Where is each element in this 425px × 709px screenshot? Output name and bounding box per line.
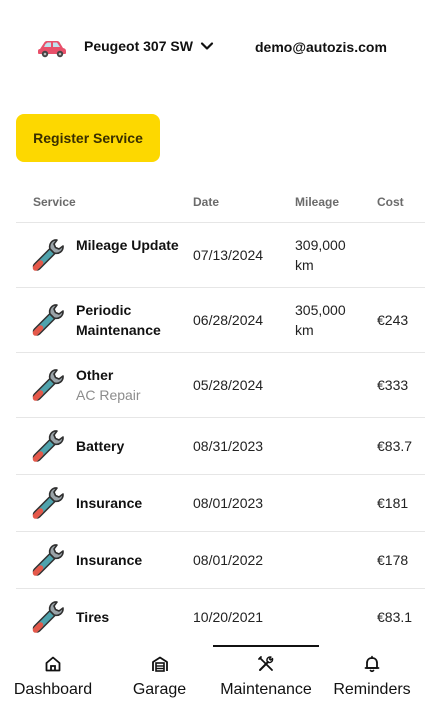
nav-label: Reminders	[333, 681, 411, 698]
nav-label: Garage	[132, 681, 187, 698]
service-name: Battery	[76, 438, 125, 454]
wrench-icon	[30, 599, 66, 635]
column-header-mileage[interactable]: Mileage	[295, 195, 339, 209]
register-service-button[interactable]: Register Service	[16, 114, 160, 162]
table-row[interactable]: Insurance 08/01/2022 €178	[16, 532, 425, 589]
wrench-icon	[30, 485, 66, 521]
service-cell: Mileage Update	[76, 235, 186, 255]
service-table: Service Date Mileage Cost Mileage Update…	[16, 182, 425, 646]
car-icon	[38, 41, 66, 58]
cost-cell: €243	[377, 312, 409, 328]
chevron-down-icon	[200, 42, 214, 50]
service-name: Other	[76, 367, 114, 383]
garage-icon	[151, 656, 168, 672]
cost-cell: €83.1	[377, 609, 413, 625]
service-name: Insurance	[76, 552, 143, 568]
wrench-icon	[30, 367, 66, 403]
nav-garage[interactable]: Garage	[106, 645, 213, 709]
car-selector[interactable]: Peugeot 307 SW	[84, 38, 214, 54]
car-name: Peugeot 307 SW	[84, 38, 193, 54]
date-cell: 08/01/2023	[193, 495, 264, 511]
service-cell: Tires	[76, 607, 186, 627]
bell-icon	[364, 655, 380, 673]
service-subtitle: AC Repair	[76, 387, 141, 403]
service-cell: Insurance	[76, 550, 186, 570]
column-header-date[interactable]: Date	[193, 195, 219, 209]
service-name: Insurance	[76, 495, 143, 511]
table-row[interactable]: Battery 08/31/2023 €83.7	[16, 418, 425, 475]
cost-cell: €178	[377, 552, 409, 568]
wrench-icon	[30, 302, 66, 338]
date-cell: 05/28/2024	[193, 377, 264, 393]
service-name: Mileage Update	[76, 237, 179, 253]
table-row[interactable]: Tires 10/20/2021 €83.1	[16, 589, 425, 646]
nav-label: Maintenance	[220, 681, 312, 698]
service-name: Tires	[76, 609, 110, 625]
column-header-cost[interactable]: Cost	[377, 195, 404, 209]
app-header: Peugeot 307 SW demo@autozis.com	[0, 0, 425, 96]
wrench-icon	[30, 428, 66, 464]
nav-label: Dashboard	[13, 681, 93, 698]
date-cell: 07/13/2024	[193, 247, 264, 263]
table-row[interactable]: Periodic Maintenance 06/28/2024 305,000 …	[16, 288, 425, 353]
nav-maintenance[interactable]: Maintenance	[213, 645, 319, 709]
home-icon	[45, 656, 61, 672]
column-header-service[interactable]: Service	[33, 195, 76, 209]
service-cell: Periodic Maintenance	[76, 300, 186, 340]
service-cell: Other AC Repair	[76, 365, 186, 405]
service-name: Periodic Maintenance	[76, 302, 161, 338]
wrench-icon	[30, 237, 66, 273]
table-row[interactable]: Other AC Repair 05/28/2024 €333	[16, 353, 425, 418]
wrench-icon	[30, 542, 66, 578]
date-cell: 06/28/2024	[193, 312, 264, 328]
table-row[interactable]: Mileage Update 07/13/2024 309,000 km	[16, 223, 425, 288]
nav-reminders[interactable]: Reminders	[319, 645, 425, 709]
service-cell: Insurance	[76, 493, 186, 513]
active-indicator	[213, 645, 319, 647]
cost-cell: €333	[377, 377, 409, 393]
mileage-cell: 305,000 km	[295, 302, 346, 338]
cost-cell: €83.7	[377, 438, 413, 454]
nav-dashboard[interactable]: Dashboard	[0, 645, 106, 709]
date-cell: 08/31/2023	[193, 438, 264, 454]
table-row[interactable]: Insurance 08/01/2023 €181	[16, 475, 425, 532]
bottom-nav: Dashboard Garage Maintenance Reminders	[0, 645, 425, 709]
tools-icon	[258, 656, 274, 671]
table-header: Service Date Mileage Cost	[16, 182, 425, 223]
service-cell: Battery	[76, 436, 186, 456]
cost-cell: €181	[377, 495, 409, 511]
date-cell: 10/20/2021	[193, 609, 264, 625]
user-email[interactable]: demo@autozis.com	[255, 39, 387, 55]
date-cell: 08/01/2022	[193, 552, 264, 568]
mileage-cell: 309,000 km	[295, 237, 346, 273]
